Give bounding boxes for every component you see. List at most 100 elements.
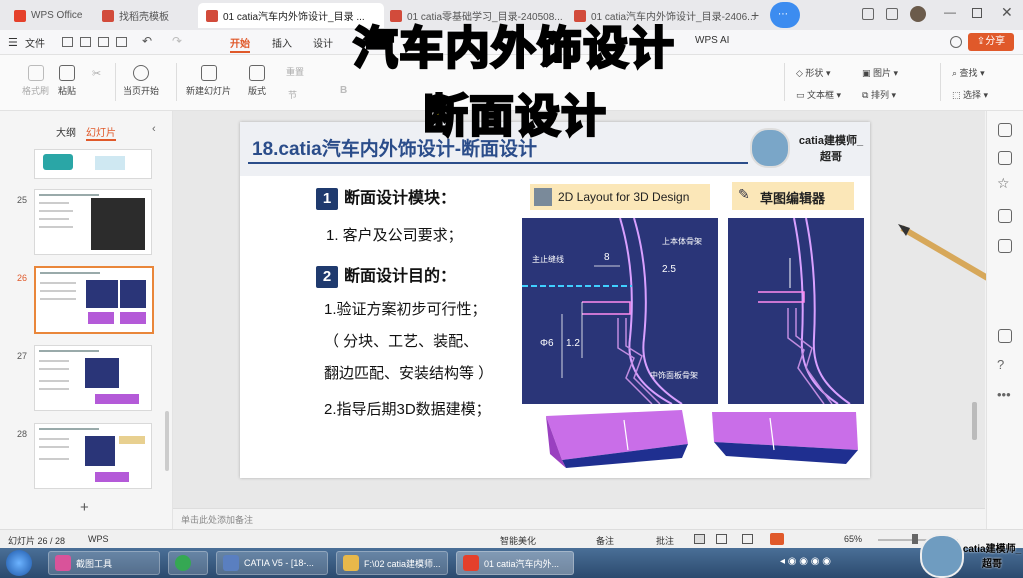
tab-template[interactable]: 找稻壳模板 <box>94 3 202 28</box>
slide-thumb-25[interactable] <box>34 189 152 255</box>
preview-icon[interactable] <box>116 37 127 47</box>
print-icon[interactable] <box>98 37 109 47</box>
part-3d-right-svg <box>712 412 858 464</box>
canvas-scrollbar[interactable] <box>972 402 977 440</box>
collapse-panel-icon[interactable]: ‹ <box>152 123 156 135</box>
slide-thumb-27[interactable] <box>34 345 152 411</box>
tray-icons[interactable]: ◂ ◉ ◉ ◉ ◉ <box>780 556 831 567</box>
layout-button[interactable]: 版式 <box>248 65 266 97</box>
zoom-handle[interactable] <box>912 534 918 544</box>
close-icon[interactable]: ✕ <box>1001 4 1013 21</box>
section-title: 断面设计目的： <box>344 268 457 285</box>
more-icon[interactable]: ••• <box>997 387 1011 402</box>
window-layout-icon[interactable] <box>862 8 874 20</box>
help-icon[interactable]: ? <box>997 357 1004 372</box>
zoom-level[interactable]: 65% <box>844 534 862 544</box>
slide-thumb-24[interactable] <box>34 149 152 179</box>
label: 粘贴 <box>58 86 77 96</box>
restore-icon[interactable] <box>972 8 982 18</box>
reset-button[interactable]: 重置 <box>286 65 304 78</box>
export-icon[interactable] <box>80 37 91 47</box>
hamburger-icon[interactable]: ☰ <box>8 36 18 49</box>
tab-slides[interactable]: 幻灯片 <box>86 124 116 141</box>
thumb-image <box>95 156 125 170</box>
redo-icon[interactable]: ↷ <box>172 34 182 48</box>
start-button[interactable] <box>6 550 32 576</box>
undo-icon[interactable]: ↶ <box>142 34 152 48</box>
slide-thumb-28[interactable] <box>34 423 152 489</box>
select-button[interactable]: ⬚ 选择 ▾ <box>952 88 988 101</box>
avatar[interactable] <box>910 6 926 22</box>
paste-button[interactable]: 粘贴 <box>58 65 76 97</box>
arrange-button[interactable]: ⧉ 排列 ▾ <box>862 88 896 101</box>
section-2-line: 1.验证方案初步可行性； <box>324 301 487 318</box>
menu-home[interactable]: 开始 <box>230 35 250 53</box>
save-icon[interactable] <box>62 37 73 47</box>
taskbar-wps[interactable]: 01 catia汽车内外... <box>456 551 574 575</box>
menu-file[interactable]: 文件 <box>25 35 45 50</box>
collapse-ribbon-icon[interactable] <box>950 36 962 48</box>
find-button[interactable]: ⌕ 查找 ▾ <box>952 66 985 79</box>
slide[interactable]: 18.catia汽车内外饰设计-断面设计 catia建模师_超哥 1 断面设计模块… <box>240 122 870 478</box>
ai-assistant-button[interactable]: ⋯ <box>770 2 800 28</box>
thumb-line <box>40 290 76 292</box>
panel-scrollbar[interactable] <box>165 411 169 471</box>
shape-button[interactable]: ◇ 形状 ▾ <box>796 66 830 79</box>
slideshow-button[interactable] <box>770 533 784 545</box>
image-icon[interactable] <box>998 239 1012 253</box>
sorter-view-icon[interactable] <box>716 534 727 544</box>
textbox-button[interactable]: ▭ 文本框 ▾ <box>796 88 841 101</box>
cut-icon[interactable]: ✂ <box>92 67 101 80</box>
slide-counter: 幻灯片 26 / 28 <box>8 536 66 546</box>
slide-thumb-26[interactable] <box>34 266 154 334</box>
sketch-drawing-svg <box>758 217 851 405</box>
shirt-icon[interactable] <box>998 329 1012 343</box>
menu-insert[interactable]: 插入 <box>272 35 292 50</box>
new-tab-button[interactable]: + <box>751 7 759 23</box>
right-tool-strip: ☆ ? ••• <box>986 111 1023 529</box>
taskbar-chrome[interactable] <box>168 551 208 575</box>
brush-icon <box>27 65 44 81</box>
catia-icon <box>223 555 239 571</box>
add-slide-button[interactable]: + <box>80 499 89 516</box>
thumb-image <box>119 436 145 444</box>
thumb-image <box>91 198 145 250</box>
section-number: 1 <box>316 187 338 210</box>
notes-button[interactable]: 备注 <box>596 534 614 547</box>
taskbar-catia[interactable]: CATIA V5 - [18-... <box>216 551 328 575</box>
beautify-button[interactable]: 智能美化 <box>500 534 536 547</box>
play-from-current-button[interactable]: 当页开始 <box>123 65 159 97</box>
property-icon[interactable] <box>998 123 1012 137</box>
taskbar-explorer[interactable]: F:\02 catia建模师... <box>336 551 448 575</box>
copy-icon[interactable] <box>998 209 1012 223</box>
tab-outline[interactable]: 大纲 <box>56 124 76 139</box>
notes-area[interactable]: 单击此处添加备注 <box>173 508 985 529</box>
minimize-icon[interactable]: — <box>944 5 956 19</box>
new-slide-button[interactable]: 新建幻灯片 <box>186 65 231 97</box>
picture-button[interactable]: ▣ 图片 ▾ <box>862 66 898 79</box>
adjust-icon[interactable] <box>998 151 1012 165</box>
section-2-heading: 2 断面设计目的： <box>316 262 456 288</box>
taskbar-snipping-tool[interactable]: 截图工具 <box>48 551 160 575</box>
normal-view-icon[interactable] <box>694 534 705 544</box>
comments-button[interactable]: 批注 <box>656 534 674 547</box>
docer-icon <box>102 9 114 22</box>
section-button[interactable]: 节 <box>288 88 297 101</box>
divider <box>176 63 177 101</box>
star-icon[interactable]: ☆ <box>997 175 1010 192</box>
thumb-line <box>39 226 73 228</box>
tab-label: WPS Office <box>31 10 83 21</box>
bold-icon[interactable]: B <box>340 85 347 96</box>
wps-icon <box>463 555 479 571</box>
cube-icon[interactable] <box>886 8 898 20</box>
reading-view-icon[interactable] <box>742 534 753 544</box>
share-button[interactable]: ⇪分享 <box>968 33 1014 51</box>
theme-name[interactable]: WPS <box>88 534 109 544</box>
overlay-title: 汽车内外饰设计 <box>352 22 676 76</box>
section-title: 断面设计模块： <box>344 190 457 207</box>
part-3d-right <box>710 410 862 470</box>
watermark-text: catia建模师_超哥 <box>962 544 1022 570</box>
taskbar: 截图工具 CATIA V5 - [18-... F:\02 catia建模师..… <box>0 548 1023 578</box>
tab-wps-office[interactable]: WPS Office <box>6 3 104 28</box>
format-painter-button[interactable]: 格式刷 <box>22 65 49 97</box>
